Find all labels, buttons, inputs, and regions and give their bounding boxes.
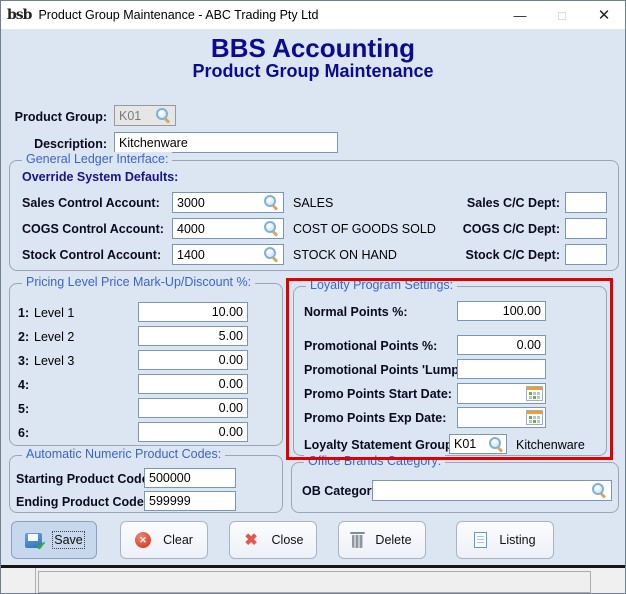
sales-account-name: SALES	[293, 196, 333, 210]
pricing-level-3-name: Level 3	[34, 354, 74, 368]
pricing-level-2-field[interactable]	[138, 326, 248, 346]
promo-exp-date-label: Promo Points Exp Date:	[304, 411, 446, 425]
loyalty-statement-group-name: Kitchenware	[516, 438, 585, 452]
pricing-level-4-num: 4:	[18, 378, 29, 392]
listing-document-icon	[474, 532, 487, 548]
office-brands-legend: Office Brands Category:	[304, 454, 445, 468]
status-message-box	[38, 571, 591, 593]
pricing-level-6-num: 6:	[18, 426, 29, 440]
ob-category-label: OB Category:	[302, 484, 383, 498]
sales-account-lookup-icon[interactable]	[264, 195, 279, 210]
title-bar: bsb Product Group Maintenance - ABC Trad…	[1, 1, 625, 29]
pricing-levels-group: Pricing Level Price Mark-Up/Discount %: …	[9, 283, 283, 446]
pricing-level-1-field[interactable]	[138, 302, 248, 322]
loyalty-statement-lookup-icon[interactable]	[489, 437, 504, 452]
close-button[interactable]: ✕	[583, 1, 625, 29]
normal-points-field[interactable]	[457, 301, 546, 321]
cogs-control-account-label: COGS Control Account:	[22, 222, 164, 236]
cogs-dept-label: COGS C/C Dept:	[410, 222, 560, 236]
pricing-level-3-field[interactable]	[138, 350, 248, 370]
stock-account-lookup-icon[interactable]	[264, 247, 279, 262]
page-subtitle: Product Group Maintenance	[1, 61, 625, 82]
save-button-label: Save	[54, 533, 83, 547]
pricing-level-1-num: 1:	[18, 306, 29, 320]
pricing-level-3-num: 3:	[18, 354, 29, 368]
page-title: BBS Accounting	[1, 33, 625, 64]
pricing-level-6-field[interactable]	[138, 422, 248, 442]
delete-button-label: Delete	[375, 533, 411, 547]
product-group-maintenance-window: bsb Product Group Maintenance - ABC Trad…	[0, 0, 626, 594]
close-red-x-icon	[243, 532, 260, 549]
status-bar	[1, 568, 625, 593]
save-button[interactable]: Save	[11, 521, 97, 559]
status-cell	[1, 568, 36, 593]
promo-exp-calendar-icon[interactable]	[526, 410, 543, 425]
promo-lump-field[interactable]	[457, 359, 546, 379]
auto-codes-group: Automatic Numeric Product Codes: Startin…	[9, 455, 283, 513]
override-defaults-label: Override System Defaults:	[22, 170, 178, 184]
clear-button[interactable]: Clear	[120, 521, 208, 559]
general-ledger-legend: General Ledger Interface:	[22, 152, 172, 166]
office-brands-group: Office Brands Category: OB Category:	[291, 462, 619, 513]
app-logo-icon: bsb	[7, 8, 31, 22]
stock-account-name: STOCK ON HAND	[293, 248, 397, 262]
maximize-button[interactable]: □	[541, 1, 583, 29]
delete-button[interactable]: Delete	[338, 521, 426, 559]
clear-button-label: Clear	[163, 533, 193, 547]
stock-dept-field[interactable]	[565, 244, 607, 265]
clear-icon	[135, 532, 151, 548]
pricing-level-5-field[interactable]	[138, 398, 248, 418]
stock-control-account-label: Stock Control Account:	[22, 248, 161, 262]
description-field[interactable]	[114, 132, 338, 153]
pricing-level-2-num: 2:	[18, 330, 29, 344]
loyalty-legend: Loyalty Program Settings:	[306, 278, 457, 292]
ob-category-field[interactable]	[372, 480, 612, 501]
promo-points-label: Promotional Points %:	[304, 339, 437, 353]
promo-start-date-label: Promo Points Start Date:	[304, 387, 452, 401]
product-group-lookup-icon[interactable]	[156, 108, 171, 123]
pricing-level-5-num: 5:	[18, 402, 29, 416]
close-form-button[interactable]: Close	[229, 521, 317, 559]
listing-button[interactable]: Listing	[456, 521, 554, 559]
starting-product-code-label: Starting Product Code:	[16, 472, 153, 486]
pricing-level-1-name: Level 1	[34, 306, 74, 320]
ending-product-code-label: Ending Product Code:	[16, 495, 148, 509]
save-icon	[25, 533, 42, 548]
auto-codes-legend: Automatic Numeric Product Codes:	[22, 447, 225, 461]
description-label: Description:	[9, 137, 107, 151]
ending-product-code-field[interactable]	[144, 491, 236, 511]
sales-control-account-label: Sales Control Account:	[22, 196, 160, 210]
cogs-account-lookup-icon[interactable]	[264, 221, 279, 236]
promo-points-field[interactable]	[457, 335, 546, 355]
minimize-button[interactable]: —	[499, 1, 541, 29]
window-title: Product Group Maintenance - ABC Trading …	[38, 8, 318, 22]
promo-lump-label: Promotional Points 'Lump':	[304, 363, 466, 377]
sales-dept-field[interactable]	[565, 192, 607, 213]
cogs-dept-field[interactable]	[565, 218, 607, 239]
listing-button-label: Listing	[499, 533, 535, 547]
pricing-level-2-name: Level 2	[34, 330, 74, 344]
close-button-label: Close	[272, 533, 304, 547]
general-ledger-group: General Ledger Interface: Override Syste…	[9, 160, 619, 271]
promo-start-calendar-icon[interactable]	[526, 386, 543, 401]
ob-category-lookup-icon[interactable]	[592, 483, 607, 498]
stock-dept-label: Stock C/C Dept:	[410, 248, 560, 262]
normal-points-label: Normal Points %:	[304, 305, 408, 319]
pricing-level-4-field[interactable]	[138, 374, 248, 394]
pricing-levels-legend: Pricing Level Price Mark-Up/Discount %:	[22, 275, 255, 289]
delete-trash-icon	[352, 535, 363, 548]
product-group-label: Product Group:	[9, 110, 107, 124]
loyalty-group: Loyalty Program Settings: Normal Points …	[293, 286, 607, 456]
starting-product-code-field[interactable]	[144, 468, 236, 488]
sales-dept-label: Sales C/C Dept:	[410, 196, 560, 210]
window-controls: — □ ✕	[499, 1, 625, 29]
loyalty-statement-group-label: Loyalty Statement Group:	[304, 438, 457, 452]
